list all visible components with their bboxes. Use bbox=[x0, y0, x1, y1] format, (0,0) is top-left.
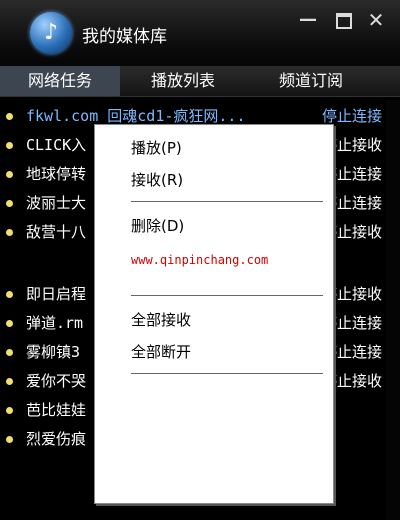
task-name: 弹道.rm bbox=[26, 314, 84, 332]
menu-separator bbox=[131, 373, 323, 374]
bullet-icon bbox=[6, 291, 13, 298]
watermark-text: www.qinpinchang.com bbox=[131, 253, 269, 267]
context-menu: 播放(P) 接收(R) 删除(D) www.qinpinchang.com 全部… bbox=[94, 124, 334, 504]
menu-separator bbox=[131, 295, 323, 296]
tab-network-tasks[interactable]: 网络任务 bbox=[0, 66, 120, 96]
menu-item-receive[interactable]: 接收(R) bbox=[131, 169, 183, 190]
maximize-icon bbox=[336, 13, 352, 29]
task-name: 芭比娃娃 bbox=[26, 401, 87, 419]
task-name: CLICK入 bbox=[26, 136, 87, 154]
menu-item-disconnect-all[interactable]: 全部断开 bbox=[131, 341, 191, 362]
bullet-icon bbox=[6, 142, 13, 149]
task-name: 波丽士大 bbox=[26, 194, 87, 212]
task-name: 烈爱伤痕 bbox=[26, 430, 87, 448]
task-name: 敌营十八 bbox=[26, 223, 87, 241]
task-name: 爱你不哭 bbox=[26, 372, 87, 390]
menu-separator bbox=[131, 201, 323, 202]
logo-glyph: ♪ bbox=[43, 20, 59, 45]
menu-item-delete[interactable]: 删除(D) bbox=[131, 215, 184, 236]
title-bar[interactable]: ♪ 我的媒体库 — ✕ bbox=[0, 0, 400, 66]
bullet-icon bbox=[6, 200, 13, 207]
media-library-window: ♪ 我的媒体库 — ✕ 网络任务 播放列表 频道订阅 fkwl.com_回魂cd… bbox=[0, 0, 400, 520]
bullet-icon bbox=[6, 113, 13, 120]
scrollbar[interactable] bbox=[386, 100, 400, 520]
window-title: 我的媒体库 bbox=[82, 27, 167, 47]
tab-playlist[interactable]: 播放列表 bbox=[128, 66, 238, 96]
menu-item-receive-all[interactable]: 全部接收 bbox=[131, 309, 191, 330]
close-button[interactable]: ✕ bbox=[366, 10, 386, 30]
task-name: fkwl.com_回魂cd1-疯狂网... bbox=[26, 107, 246, 125]
task-name: 即日启程 bbox=[26, 285, 87, 303]
bullet-icon bbox=[6, 378, 13, 385]
bullet-icon bbox=[6, 171, 13, 178]
bullet-icon bbox=[6, 436, 13, 443]
menu-item-play[interactable]: 播放(P) bbox=[131, 137, 182, 158]
bullet-icon bbox=[6, 349, 13, 356]
tab-channel-subscription[interactable]: 频道订阅 bbox=[256, 66, 366, 96]
task-name: 雾柳镇3 bbox=[26, 343, 81, 361]
bullet-icon bbox=[6, 229, 13, 236]
maximize-button[interactable] bbox=[334, 10, 354, 30]
minimize-button[interactable]: — bbox=[298, 10, 318, 30]
bullet-icon bbox=[6, 407, 13, 414]
music-note-icon: ♪ bbox=[30, 12, 72, 54]
task-status[interactable]: 停止连接 bbox=[322, 105, 382, 126]
task-name: 地球停转 bbox=[26, 165, 87, 183]
bullet-icon bbox=[6, 320, 13, 327]
tab-bar: 网络任务 播放列表 频道订阅 bbox=[0, 66, 400, 97]
